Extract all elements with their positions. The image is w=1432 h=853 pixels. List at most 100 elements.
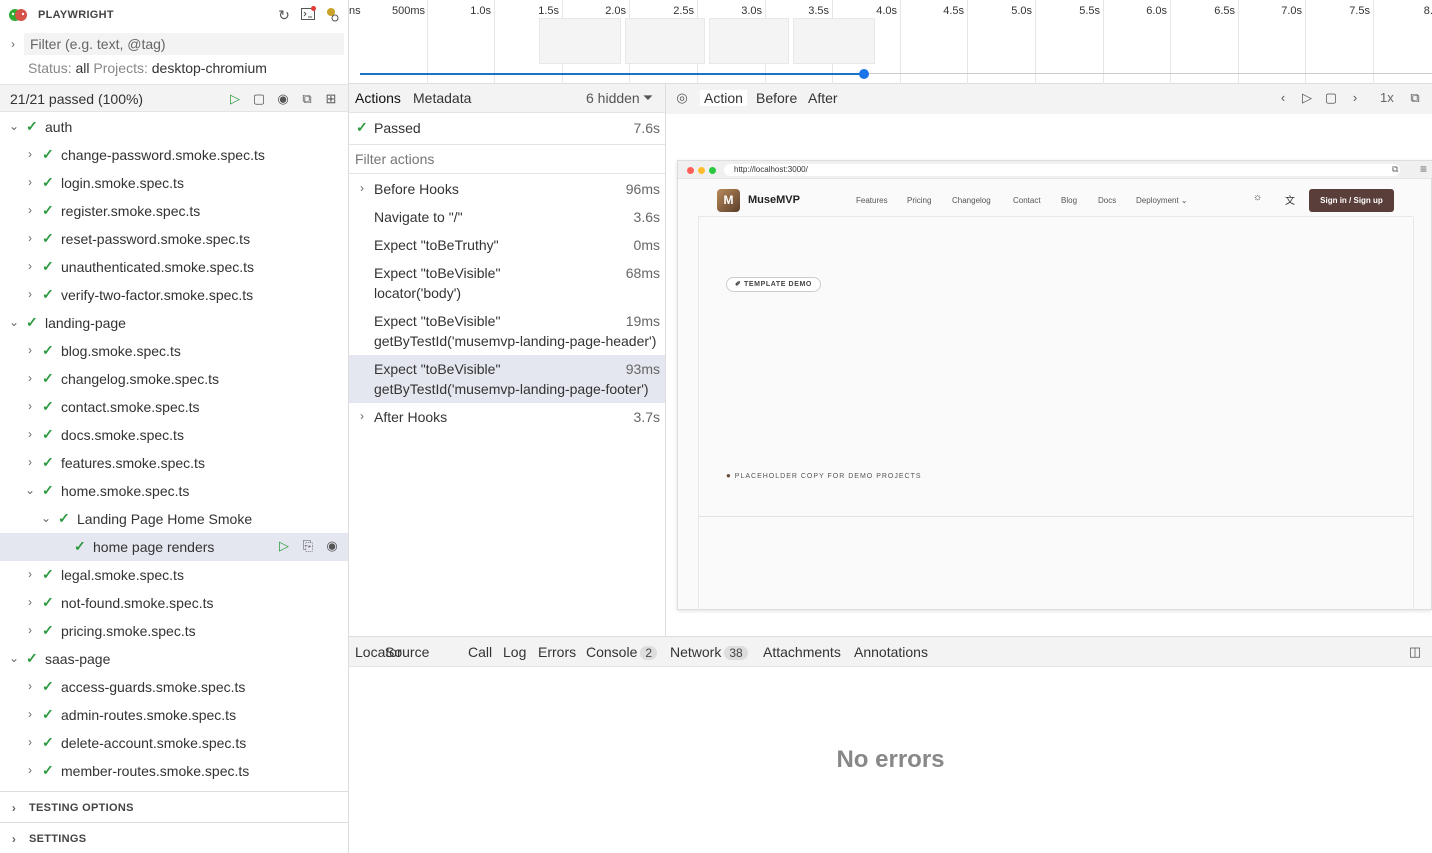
chevron-left-icon[interactable]: ‹ [1275, 90, 1291, 106]
status-filter-summary[interactable]: Status: all Projects: desktop-chromium [28, 60, 267, 76]
stop-icon[interactable]: ▢ [251, 91, 267, 107]
tree-item-features-smoke-spec-ts[interactable]: › ✓ features.smoke.spec.ts [0, 449, 348, 477]
settings-badge-icon[interactable] [323, 6, 341, 24]
show-source-icon[interactable]: ⎘ [300, 538, 316, 554]
collapse-all-icon[interactable]: ⧉ [299, 91, 315, 107]
timeline-cursor[interactable] [859, 69, 869, 79]
chevron-right-icon[interactable]: › [1347, 90, 1363, 106]
action-item[interactable]: Navigate to "/" 3.6s [349, 203, 665, 231]
tab-console[interactable]: Console 2 [586, 644, 658, 660]
action-item[interactable]: Expect "toBeVisible" locator('body') 68ms [349, 259, 665, 307]
copy-icon[interactable]: ⧉ [1392, 164, 1398, 175]
tab-log[interactable]: Log [503, 644, 526, 660]
site-brand[interactable]: MuseMVP [748, 194, 800, 206]
reload-icon[interactable]: ↻ [275, 6, 293, 24]
tab-source[interactable]: Source [385, 644, 429, 660]
tab-call[interactable]: Call [468, 644, 492, 660]
nav-features[interactable]: Features [856, 196, 888, 205]
expand-all-icon[interactable]: ⊞ [323, 91, 339, 107]
tree-item-docs-smoke-spec-ts[interactable]: › ✓ docs.smoke.spec.ts [0, 421, 348, 449]
tree-item-delete-account-smoke-spec-ts[interactable]: › ✓ delete-account.smoke.spec.ts [0, 729, 348, 757]
tree-item-landing-page-home-smoke[interactable]: ⌄ ✓ Landing Page Home Smoke [0, 505, 348, 533]
chevron-right-icon[interactable]: › [356, 409, 368, 423]
tree-item-legal-smoke-spec-ts[interactable]: › ✓ legal.smoke.spec.ts [0, 561, 348, 589]
trace-timeline[interactable]: ns 500ms 1.0s 1.5s 2.0s 2.5s 3.0s 3.5s 4.0s 4.5s 5… [349, 0, 1432, 84]
tab-errors[interactable]: Errors [534, 644, 581, 666]
chevron-right-icon[interactable]: › [24, 287, 36, 301]
tree-item-register-smoke-spec-ts[interactable]: › ✓ register.smoke.spec.ts [0, 197, 348, 225]
playback-speed[interactable]: 1x [1380, 90, 1394, 105]
tab-metadata[interactable]: Metadata [413, 90, 471, 106]
tab-action[interactable]: Action [700, 90, 747, 106]
tree-item-home-smoke-spec-ts[interactable]: ⌄ ✓ home.smoke.spec.ts [0, 477, 348, 505]
nav-deployment[interactable]: Deployment ⌄ [1136, 196, 1188, 205]
settings-section[interactable]: › SETTINGS [0, 822, 348, 853]
action-item[interactable]: › Before Hooks 96ms [349, 175, 665, 203]
chevron-right-icon[interactable]: › [24, 343, 36, 357]
terminal-icon[interactable] [299, 6, 317, 24]
tab-annotations[interactable]: Annotations [854, 644, 928, 660]
address-bar[interactable]: http://localhost:3000/ [724, 164, 1400, 176]
nav-blog[interactable]: Blog [1061, 196, 1077, 205]
tree-item-blog-smoke-spec-ts[interactable]: › ✓ blog.smoke.spec.ts [0, 337, 348, 365]
testing-options-section[interactable]: › TESTING OPTIONS [0, 791, 348, 822]
tree-item-access-guards-smoke-spec-ts[interactable]: › ✓ access-guards.smoke.spec.ts [0, 673, 348, 701]
action-item[interactable]: Expect "toBeTruthy" 0ms [349, 231, 665, 259]
play-icon[interactable]: ▷ [1299, 90, 1315, 106]
chevron-right-icon[interactable]: › [24, 763, 36, 777]
tab-before[interactable]: Before [756, 90, 797, 106]
filter-actions-input[interactable] [355, 151, 655, 167]
filter-icon[interactable]: ⏷ [640, 90, 656, 106]
tree-item-landing-page[interactable]: ⌄ ✓ landing-page [0, 309, 348, 337]
action-item[interactable]: › After Hooks 3.7s [349, 403, 665, 431]
tree-item-not-found-smoke-spec-ts[interactable]: › ✓ not-found.smoke.spec.ts [0, 589, 348, 617]
tree-item-auth[interactable]: ⌄ ✓ auth [0, 113, 348, 141]
tab-actions[interactable]: Actions [355, 90, 401, 106]
watch-test-icon[interactable]: ◉ [324, 538, 340, 554]
chevron-right-icon[interactable]: › [7, 37, 19, 51]
watch-all-icon[interactable]: ◉ [275, 91, 291, 107]
tree-item-verify-two-factor-smoke-spec-ts[interactable]: › ✓ verify-two-factor.smoke.spec.ts [0, 281, 348, 309]
chevron-right-icon[interactable]: › [24, 679, 36, 693]
toggle-layout-icon[interactable]: ◫ [1407, 644, 1423, 660]
chevron-right-icon[interactable]: › [24, 399, 36, 413]
chevron-right-icon[interactable]: › [24, 455, 36, 469]
stop-icon[interactable]: ▢ [1323, 90, 1339, 106]
tree-item-contact-smoke-spec-ts[interactable]: › ✓ contact.smoke.spec.ts [0, 393, 348, 421]
open-external-icon[interactable]: ⧉ [1407, 90, 1423, 106]
run-all-icon[interactable]: ▷ [227, 91, 243, 107]
tab-network[interactable]: Network 38 [670, 644, 748, 660]
chevron-right-icon[interactable]: › [356, 181, 368, 195]
chevron-right-icon[interactable]: › [24, 203, 36, 217]
run-test-icon[interactable]: ▷ [276, 538, 292, 554]
chevron-down-icon[interactable]: ⌄ [8, 315, 20, 329]
chevron-down-icon[interactable]: ⌄ [8, 651, 20, 665]
chevron-right-icon[interactable]: › [24, 231, 36, 245]
menu-icon[interactable]: ≡ [1420, 162, 1427, 176]
chevron-right-icon[interactable]: › [24, 707, 36, 721]
tree-item-login-smoke-spec-ts[interactable]: › ✓ login.smoke.spec.ts [0, 169, 348, 197]
test-filter-input[interactable] [24, 33, 344, 55]
hidden-count[interactable]: 6 hidden [586, 90, 640, 106]
chevron-down-icon[interactable]: ⌄ [24, 483, 36, 497]
nav-pricing[interactable]: Pricing [907, 196, 931, 205]
chevron-right-icon[interactable]: › [24, 175, 36, 189]
translate-icon[interactable]: 文 [1285, 192, 1295, 207]
chevron-down-icon[interactable]: ⌄ [8, 119, 20, 133]
site-logo[interactable]: M [717, 189, 740, 212]
chevron-right-icon[interactable]: › [24, 371, 36, 385]
chevron-right-icon[interactable]: › [24, 567, 36, 581]
tree-item-unauthenticated-smoke-spec-ts[interactable]: › ✓ unauthenticated.smoke.spec.ts [0, 253, 348, 281]
chevron-right-icon[interactable]: › [24, 595, 36, 609]
tree-item-member-routes-smoke-spec-ts[interactable]: › ✓ member-routes.smoke.spec.ts [0, 757, 348, 785]
action-item[interactable]: Expect "toBeVisible" getByTestId('musemvp… [349, 307, 665, 355]
tree-item-change-password-smoke-spec-ts[interactable]: › ✓ change-password.smoke.spec.ts [0, 141, 348, 169]
action-item[interactable]: Expect "toBeVisible" getByTestId('musemvp… [349, 355, 665, 403]
chevron-right-icon[interactable]: › [24, 623, 36, 637]
tree-item-reset-password-smoke-spec-ts[interactable]: › ✓ reset-password.smoke.spec.ts [0, 225, 348, 253]
chevron-right-icon[interactable]: › [24, 259, 36, 273]
chevron-right-icon[interactable]: › [24, 427, 36, 441]
pick-locator-icon[interactable]: ◎ [674, 90, 690, 106]
tree-item-saas-page[interactable]: ⌄ ✓ saas-page [0, 645, 348, 673]
tree-item-pricing-smoke-spec-ts[interactable]: › ✓ pricing.smoke.spec.ts [0, 617, 348, 645]
